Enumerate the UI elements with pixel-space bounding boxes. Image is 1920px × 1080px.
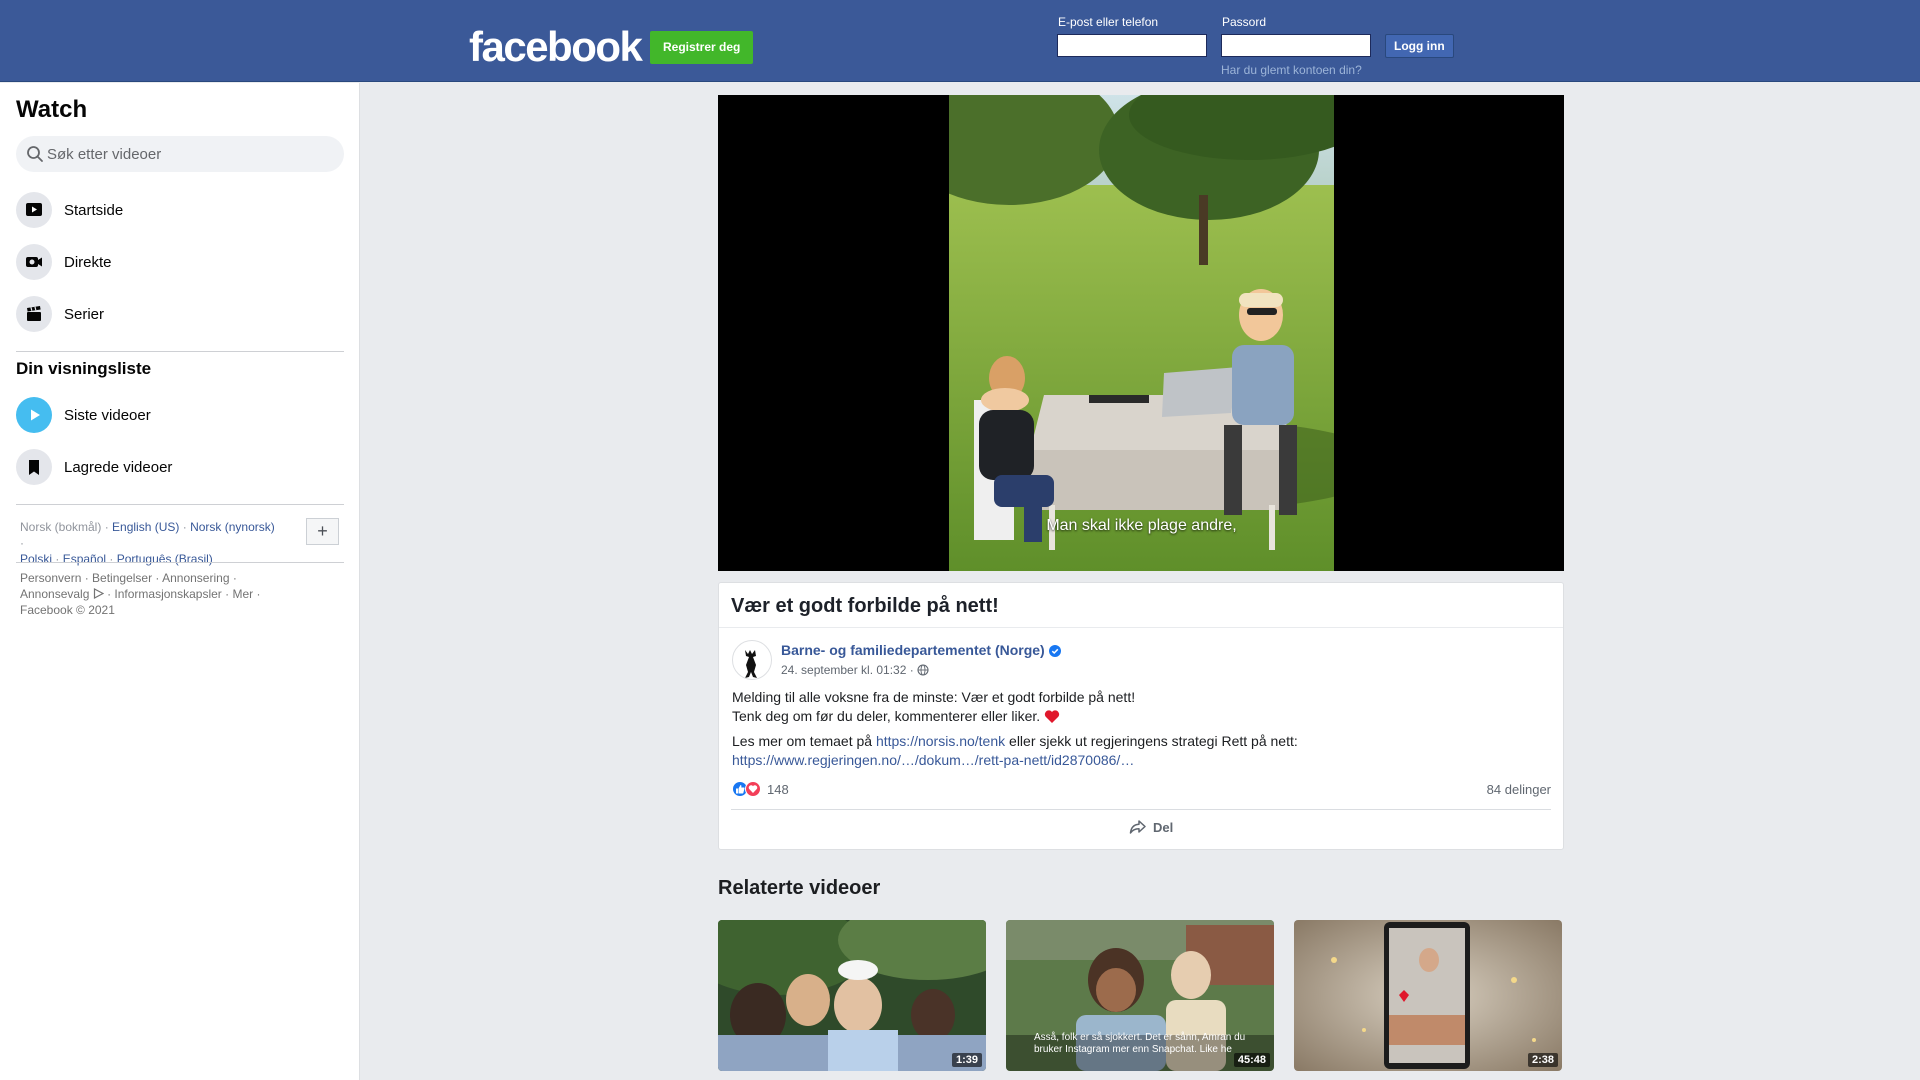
footer-link[interactable]: Personvern — [20, 571, 81, 585]
play-screen-icon — [16, 192, 52, 228]
nav-item-startside[interactable]: Startside — [16, 186, 344, 234]
sidebar: Watch Startside Direkte Serier Din visni… — [0, 83, 360, 1080]
nav-item-direkte[interactable]: Direkte — [16, 238, 344, 286]
sidebar-divider — [16, 504, 344, 505]
footer-link[interactable]: Betingelser — [92, 571, 152, 585]
regjeringen-link[interactable]: https://www.regjeringen.no/…/dokum…/rett… — [732, 752, 1134, 768]
video-thumbnail-image — [718, 920, 986, 1071]
forgot-account-link[interactable]: Har du glemt kontoen din? — [1221, 63, 1362, 77]
watchlist-title: Din visningsliste — [16, 359, 152, 378]
globe-icon — [917, 664, 929, 676]
sidebar-divider — [16, 562, 344, 563]
post-title: Vær et godt forbilde på nett! — [731, 595, 999, 617]
footer-link[interactable]: Mer — [232, 587, 253, 601]
norsis-link[interactable]: https://norsis.no/tenk — [876, 733, 1005, 749]
page-name-link[interactable]: Barne- og familiedepartementet (Norge) — [781, 642, 1061, 658]
post-card: Vær et godt forbilde på nett! Barne- og … — [718, 582, 1564, 850]
related-video-thumbnail[interactable]: Asså, folk er så sjokkert. Det er sånn, … — [1006, 920, 1274, 1071]
footer-link[interactable]: Informasjonskapsler — [114, 587, 221, 601]
watch-title: Watch — [16, 96, 88, 123]
play-circle-icon — [16, 397, 52, 433]
current-language: Norsk (bokmål) — [20, 520, 102, 534]
share-arrow-icon — [1129, 820, 1146, 834]
footer-links: Personvern · Betingelser · Annonsering ·… — [20, 571, 261, 617]
register-button[interactable]: Registrer deg — [650, 31, 754, 64]
copyright: Facebook © 2021 — [20, 603, 115, 617]
bookmark-icon — [16, 449, 52, 485]
language-link[interactable]: Español — [63, 552, 106, 566]
post-meta: 24. september kl. 01:32 · — [781, 663, 929, 677]
video-duration: 1:39 — [951, 1053, 982, 1067]
share-button[interactable]: Del — [1129, 819, 1173, 835]
search-box[interactable] — [16, 136, 344, 172]
language-link[interactable]: Polski — [20, 552, 52, 566]
action-divider — [731, 809, 1551, 810]
post-divider — [719, 627, 1563, 628]
footer-link[interactable]: Annonsevalg — [20, 587, 89, 601]
share-label: Del — [1153, 819, 1174, 835]
email-label: E-post eller telefon — [1058, 15, 1159, 29]
footer-link[interactable]: Annonsering — [162, 571, 229, 585]
language-link[interactable]: Português (Brasil) — [117, 552, 213, 566]
thumbnail-caption: Asså, folk er så sjokkert. Det er sånn, … — [1034, 1032, 1246, 1055]
sidebar-divider — [16, 351, 344, 352]
related-video-thumbnail[interactable]: 1:39 — [718, 920, 986, 1071]
nav-label: Lagrede videoer — [64, 458, 173, 476]
email-field[interactable] — [1057, 34, 1207, 57]
password-field[interactable] — [1221, 34, 1371, 57]
reaction-count: 148 — [767, 781, 789, 797]
verified-badge-icon — [1048, 645, 1061, 657]
video-duration: 45:48 — [1233, 1053, 1270, 1067]
related-videos-title: Relaterte videoer — [718, 877, 881, 899]
password-label: Passord — [1222, 15, 1267, 29]
video-duration: 2:38 — [1527, 1053, 1558, 1067]
video-subtitle: Man skal ikke plage andre, — [1046, 517, 1237, 534]
top-bar: facebook Registrer deg E-post eller tele… — [0, 0, 1920, 82]
language-link[interactable]: English (US) — [112, 520, 179, 534]
language-selector: Norsk (bokmål) · English (US) · Norsk (n… — [20, 520, 275, 566]
login-button[interactable]: Logg inn — [1385, 34, 1454, 58]
share-count[interactable]: 84 delinger — [1487, 782, 1551, 797]
post-text: Melding til alle voksne fra de minste: V… — [732, 688, 1552, 776]
nav-label: Siste videoer — [64, 406, 151, 424]
nav-item-lagrede-videoer[interactable]: Lagrede videoer — [16, 443, 344, 491]
live-camera-icon — [16, 244, 52, 280]
nav-label: Serier — [64, 305, 105, 323]
search-icon — [27, 146, 43, 162]
reactions-summary[interactable]: 148 — [732, 781, 789, 797]
page-name: Barne- og familiedepartementet (Norge) — [781, 642, 1045, 658]
coat-of-arms-logo — [745, 650, 757, 678]
video-thumbnail-image — [1294, 920, 1562, 1071]
nav-item-serier[interactable]: Serier — [16, 290, 344, 338]
video-player[interactable]: Man skal ikke plage andre, — [718, 95, 1564, 571]
post-line: Melding til alle voksne fra de minste: V… — [732, 689, 1136, 705]
page-avatar[interactable] — [732, 640, 772, 680]
language-link[interactable]: Norsk (nynorsk) — [190, 520, 275, 534]
red-heart-icon — [1044, 710, 1060, 723]
post-line: Tenk deg om før du deler, kommenterer el… — [732, 708, 1041, 724]
more-languages-button[interactable]: + — [306, 518, 339, 545]
facebook-logo[interactable]: facebook — [469, 22, 643, 72]
nav-label: Direkte — [64, 253, 112, 271]
video-scene-image — [949, 95, 1334, 571]
nav-item-siste-videoer[interactable]: Siste videoer — [16, 391, 344, 439]
clapperboard-icon — [16, 296, 52, 332]
nav-label: Startside — [64, 201, 124, 219]
search-input[interactable] — [47, 136, 337, 172]
video-frame[interactable]: Man skal ikke plage andre, — [949, 95, 1334, 571]
love-reaction-icon — [745, 781, 761, 797]
related-video-thumbnail[interactable]: 2:38 — [1294, 920, 1562, 1071]
ad-choices-icon — [93, 588, 105, 599]
post-date[interactable]: 24. september kl. 01:32 · — [781, 663, 914, 677]
post-line: Les mer om temaet på — [732, 733, 873, 749]
post-line: eller sjekk ut regjeringens strategi Ret… — [1009, 733, 1298, 749]
